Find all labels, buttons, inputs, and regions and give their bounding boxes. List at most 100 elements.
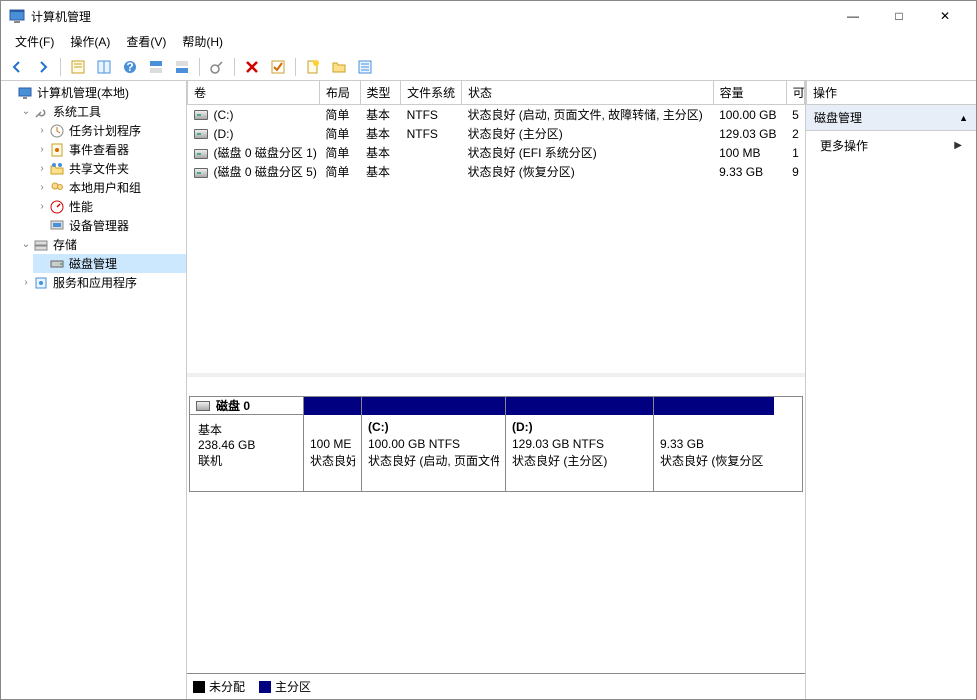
svg-text:?: ?: [126, 60, 133, 74]
toolbar-separator: [60, 58, 61, 76]
tree-label: 服务和应用程序: [53, 274, 137, 291]
close-button[interactable]: ✕: [922, 1, 968, 31]
tree-root[interactable]: 计算机管理(本地): [1, 83, 186, 102]
tree-storage[interactable]: ⌄ 存储: [17, 235, 186, 254]
actions-section-label: 磁盘管理: [814, 109, 862, 126]
legend-unallocated: 未分配: [193, 678, 245, 695]
view-list-button[interactable]: [66, 55, 90, 79]
view-bottom-button[interactable]: [170, 55, 194, 79]
volume-list[interactable]: 卷 布局 类型 文件系统 状态 容量 可 (C:)简单基本NTFS状态良好 (启…: [187, 81, 805, 376]
partition[interactable]: 100 ME状态良好: [304, 397, 362, 491]
col-volume[interactable]: 卷: [188, 81, 320, 105]
menu-view[interactable]: 查看(V): [118, 31, 174, 52]
legend-swatch-black: [193, 681, 205, 693]
partition[interactable]: 9.33 GB状态良好 (恢复分区: [654, 397, 774, 491]
settings-button[interactable]: [205, 55, 229, 79]
tree-task-scheduler[interactable]: › 任务计划程序: [33, 121, 186, 140]
maximize-button[interactable]: □: [876, 1, 922, 31]
actions-section[interactable]: 磁盘管理 ▲: [806, 105, 976, 131]
table-row[interactable]: (磁盘 0 磁盘分区 5)简单基本状态良好 (恢复分区)9.33 GB9: [188, 162, 805, 181]
check-button[interactable]: [266, 55, 290, 79]
expand-icon[interactable]: ›: [35, 125, 49, 136]
disk-type: 基本: [198, 421, 295, 438]
col-fs[interactable]: 文件系统: [401, 81, 462, 105]
expand-icon[interactable]: ›: [35, 201, 49, 212]
tree-label: 本地用户和组: [69, 179, 141, 196]
window-controls: — □ ✕: [830, 1, 968, 31]
actions-more-label: 更多操作: [820, 137, 868, 154]
delete-button[interactable]: [240, 55, 264, 79]
properties-button[interactable]: [353, 55, 377, 79]
table-row[interactable]: (磁盘 0 磁盘分区 1)简单基本状态良好 (EFI 系统分区)100 MB1: [188, 143, 805, 162]
table-row[interactable]: (D:)简单基本NTFS状态良好 (主分区)129.03 GB2: [188, 124, 805, 143]
event-icon: [49, 142, 65, 158]
toolbar-separator: [199, 58, 200, 76]
collapse-icon[interactable]: ⌄: [19, 106, 33, 117]
menu-file[interactable]: 文件(F): [7, 31, 62, 52]
back-button[interactable]: [5, 55, 29, 79]
actions-more[interactable]: 更多操作 ▶: [806, 131, 976, 160]
tools-icon: [33, 104, 49, 120]
tree-local-users[interactable]: › 本地用户和组: [33, 178, 186, 197]
col-layout[interactable]: 布局: [319, 81, 360, 105]
tree-label: 事件查看器: [69, 141, 129, 158]
legend: 未分配 主分区: [187, 673, 805, 699]
drive-icon: [194, 110, 208, 120]
disk-row[interactable]: 磁盘 0 基本 238.46 GB 联机 100 ME状态良好(C:)100.0…: [189, 396, 803, 492]
table-row[interactable]: (C:)简单基本NTFS状态良好 (启动, 页面文件, 故障转储, 主分区)10…: [188, 105, 805, 125]
expand-icon[interactable]: ›: [35, 163, 49, 174]
actions-header: 操作: [806, 81, 976, 105]
expand-icon[interactable]: ›: [19, 277, 33, 288]
disk-header[interactable]: 磁盘 0 基本 238.46 GB 联机: [190, 397, 304, 491]
disk-name: 磁盘 0: [216, 397, 250, 414]
disk-icon: [196, 401, 210, 411]
col-capacity[interactable]: 容量: [713, 81, 786, 105]
device-icon: [49, 218, 65, 234]
collapse-icon[interactable]: ⌄: [19, 239, 33, 250]
collapse-icon: ▲: [959, 113, 968, 123]
perf-icon: [49, 199, 65, 215]
legend-primary: 主分区: [259, 678, 311, 695]
app-icon: [9, 8, 25, 24]
expand-icon[interactable]: ›: [35, 144, 49, 155]
menu-help[interactable]: 帮助(H): [174, 31, 231, 52]
col-status[interactable]: 状态: [461, 81, 713, 105]
users-icon: [49, 180, 65, 196]
drive-icon: [194, 129, 208, 139]
chevron-right-icon: ▶: [954, 140, 962, 151]
tree-device-manager[interactable]: 设备管理器: [33, 216, 186, 235]
help-button[interactable]: ?: [118, 55, 142, 79]
tree-disk-management[interactable]: 磁盘管理: [33, 254, 186, 273]
col-type[interactable]: 类型: [360, 81, 401, 105]
partition[interactable]: (C:)100.00 GB NTFS状态良好 (启动, 页面文件: [362, 397, 506, 491]
partitions-container: 100 ME状态良好(C:)100.00 GB NTFS状态良好 (启动, 页面…: [304, 397, 802, 491]
drive-icon: [194, 168, 208, 178]
folder-button[interactable]: [327, 55, 351, 79]
tree-services-apps[interactable]: › 服务和应用程序: [17, 273, 186, 292]
tree-system-tools[interactable]: ⌄ 系统工具: [17, 102, 186, 121]
toolbar-separator: [295, 58, 296, 76]
tree-event-viewer[interactable]: › 事件查看器: [33, 140, 186, 159]
disk-layout-pane[interactable]: 磁盘 0 基本 238.46 GB 联机 100 ME状态良好(C:)100.0…: [187, 393, 805, 673]
new-button[interactable]: [301, 55, 325, 79]
tree-pane[interactable]: 计算机管理(本地) ⌄ 系统工具 › 任务计划程序 › 事件查看器: [1, 81, 187, 699]
view-top-button[interactable]: [144, 55, 168, 79]
window-title: 计算机管理: [31, 8, 830, 25]
toolbar-separator: [234, 58, 235, 76]
forward-button[interactable]: [31, 55, 55, 79]
minimize-button[interactable]: —: [830, 1, 876, 31]
disk-status: 联机: [198, 452, 295, 469]
view-details-button[interactable]: [92, 55, 116, 79]
actions-pane: 操作 磁盘管理 ▲ 更多操作 ▶: [806, 81, 976, 699]
expand-icon[interactable]: ›: [35, 182, 49, 193]
tree-label: 系统工具: [53, 103, 101, 120]
tree-shared-folders[interactable]: › 共享文件夹: [33, 159, 186, 178]
col-free[interactable]: 可: [786, 81, 804, 105]
tree-performance[interactable]: › 性能: [33, 197, 186, 216]
computer-icon: [17, 85, 33, 101]
horizontal-scrollbar[interactable]: [187, 376, 805, 393]
share-icon: [49, 161, 65, 177]
partition[interactable]: (D:)129.03 GB NTFS状态良好 (主分区): [506, 397, 654, 491]
menu-action[interactable]: 操作(A): [62, 31, 118, 52]
disk-icon: [49, 256, 65, 272]
